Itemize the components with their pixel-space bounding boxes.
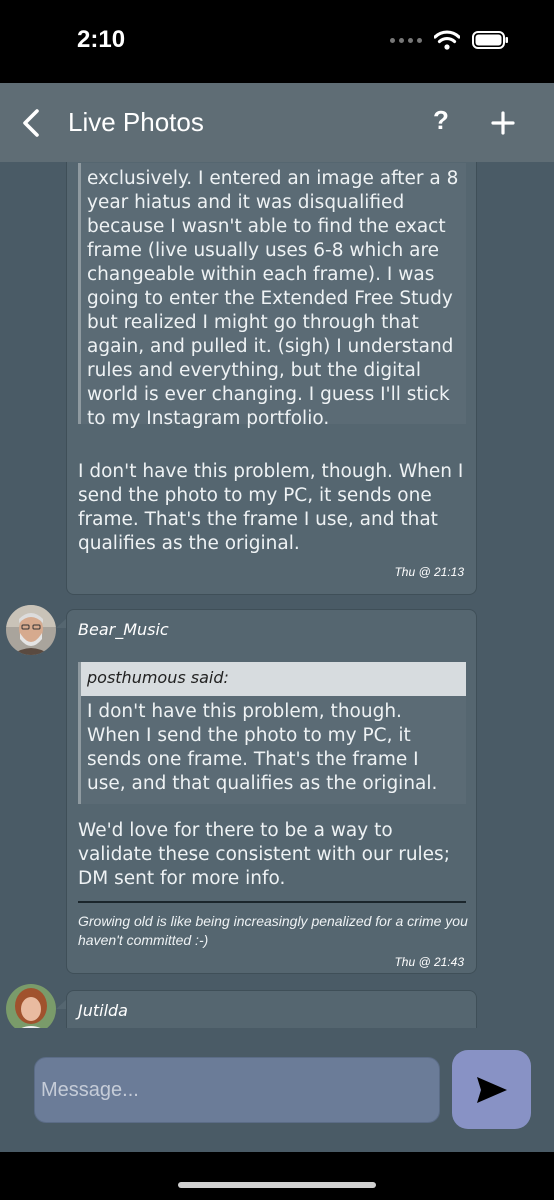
message-bubble: Jutilda [66,990,477,1028]
message-author[interactable]: Jutilda [78,1001,128,1020]
back-button[interactable] [14,103,48,143]
message-list[interactable]: exclusively. I entered an image after a … [0,162,554,1028]
message-composer [0,1028,554,1152]
message-bubble: exclusively. I entered an image after a … [66,162,477,595]
page-title: Live Photos [68,107,204,137]
plus-icon [491,111,515,135]
wifi-icon [434,30,460,50]
home-area [0,1152,554,1200]
add-button[interactable] [486,103,520,143]
message-timestamp: Thu @ 21:13 [394,565,464,579]
signal-dots-icon [390,37,422,43]
message-author[interactable]: Bear_Music [78,620,169,639]
status-time: 2:10 [77,26,126,53]
user-avatar-image [6,605,56,655]
message-text: I don't have this problem, though. When … [78,461,464,554]
message-timestamp: Thu @ 21:43 [394,955,464,969]
quote-block: I don't have this problem, though. When … [78,696,466,804]
avatar[interactable] [6,605,56,655]
message-text: We'd love for there to be a way to valid… [78,820,450,889]
avatar[interactable] [6,984,56,1028]
quote-text: exclusively. I entered an image after a … [87,168,459,429]
message-bubble: Bear_Music posthumous said: I don't have… [66,609,477,974]
status-bar: 2:10 [0,0,554,83]
status-icons [390,30,510,50]
nav-bar: Live Photos ? [0,83,554,162]
quote-header: posthumous said: [78,662,466,696]
help-button[interactable]: ? [426,105,456,141]
quote-block: exclusively. I entered an image after a … [78,163,466,429]
signature-text: Growing old is like being increasingly p… [78,913,468,948]
message-input[interactable] [34,1057,440,1123]
signature-divider [78,901,466,903]
send-icon [476,1076,507,1103]
home-indicator[interactable] [178,1182,376,1188]
chevron-left-icon [23,109,39,137]
user-avatar-image [6,984,56,1028]
battery-icon [472,31,508,49]
send-button[interactable] [452,1050,531,1129]
quote-text: I don't have this problem, though. When … [87,701,438,794]
